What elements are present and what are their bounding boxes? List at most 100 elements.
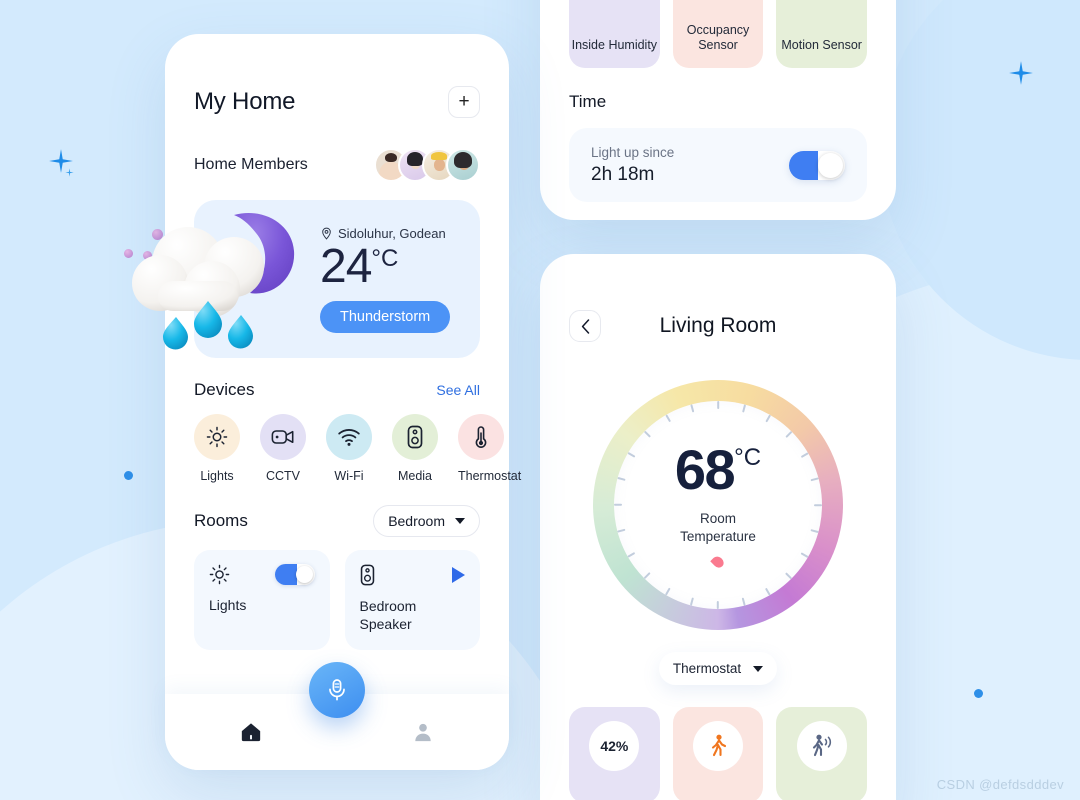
cloud-rain-moon-icon <box>132 212 295 350</box>
decor-dot-blue-left <box>124 471 133 480</box>
see-all-link[interactable]: See All <box>436 382 480 398</box>
dial-temperature-unit: °C <box>734 444 762 472</box>
room-card-bedroom-speaker[interactable]: Bedroom Speaker <box>344 550 480 650</box>
nav-item-home[interactable] <box>216 721 286 743</box>
speaker-icon <box>360 564 374 586</box>
motion-icon-wrap <box>796 721 847 771</box>
home-members-row: Home Members <box>194 148 480 182</box>
motion-wave-icon <box>812 734 831 757</box>
light-up-since-card: Light up since 2h 18m <box>569 128 867 202</box>
light-up-since-label: Light up since <box>591 144 675 160</box>
living-room-panel: Living Room 68 °C Room Temperature Therm… <box>540 254 896 800</box>
chevron-down-icon <box>753 665 764 672</box>
nav-item-profile[interactable] <box>388 721 458 743</box>
device-thermostat[interactable]: Thermostat <box>458 414 522 483</box>
microphone-icon <box>329 679 345 701</box>
device-list: Lights CCTV Wi-Fi Media Thermostat <box>194 414 521 483</box>
sensor-card-row: Inside Humidity Occupancy Sensor Motion … <box>569 0 868 68</box>
room-card-lights[interactable]: Lights <box>194 550 330 650</box>
device-label: CCTV <box>265 469 301 483</box>
speaker-icon <box>407 425 423 449</box>
home-members-label: Home Members <box>194 156 308 173</box>
home-header: My Home + <box>194 34 480 118</box>
lights-toggle[interactable] <box>274 564 315 585</box>
sensor-tile-humidity[interactable]: 42% <box>569 707 660 800</box>
sun-icon-wrap <box>194 414 240 460</box>
sun-icon <box>209 564 230 585</box>
light-up-since-value: 2h 18m <box>591 163 655 185</box>
weather-card[interactable]: Sidoluhur, Godean 24 °C Thunderstorm <box>132 200 480 358</box>
thermometer-icon-wrap <box>458 414 504 460</box>
devices-section-header: Devices See All <box>194 380 480 400</box>
my-home-panel: My Home + Home Members Sidoluhur, Godean… <box>132 34 521 770</box>
device-label: Lights <box>200 469 234 483</box>
humidity-value: 42% <box>589 721 640 771</box>
dial-caption-line1: Room <box>699 511 736 527</box>
add-device-button[interactable]: + <box>448 86 480 118</box>
room-selector-dropdown[interactable]: Bedroom <box>373 505 480 537</box>
temperature-dial[interactable]: 68 °C Room Temperature <box>593 380 843 630</box>
weather-condition-chip[interactable]: Thunderstorm <box>320 300 451 333</box>
video-camera-icon <box>271 430 294 444</box>
voice-assistant-button[interactable] <box>309 662 365 718</box>
decor-dot-blue-right <box>974 689 983 698</box>
avatar[interactable] <box>446 148 480 182</box>
weather-location: Sidoluhur, Godean <box>338 225 446 241</box>
chevron-down-icon <box>455 518 465 524</box>
sparkle-small-icon <box>65 168 74 177</box>
weather-temperature-row: 24 °C <box>320 239 450 293</box>
person-icon <box>415 723 431 742</box>
dial-readout: 68 °C Room Temperature <box>614 401 822 609</box>
video-camera-icon-wrap <box>260 414 306 460</box>
room-card-label: Bedroom Speaker <box>359 598 417 632</box>
room-card-label: Lights <box>209 597 247 613</box>
right-top-phone-panel: Inside Humidity Occupancy Sensor Motion … <box>540 0 896 220</box>
time-section-title: Time <box>569 92 607 111</box>
watermark: CSDN @defdsdddev <box>936 777 1064 792</box>
device-label: Wi-Fi <box>334 469 364 483</box>
devices-title: Devices <box>194 380 255 399</box>
rooms-section-header: Rooms Bedroom <box>194 505 480 537</box>
sparkle-icon-right <box>1008 60 1034 86</box>
sensor-card-occupancy[interactable]: Occupancy Sensor <box>672 0 764 68</box>
weather-unit: °C <box>371 244 399 272</box>
dial-temperature-value: 68 <box>674 438 736 502</box>
device-wifi[interactable]: Wi-Fi <box>326 414 372 483</box>
member-avatar-group[interactable] <box>374 148 480 182</box>
walking-person-icon <box>711 734 727 757</box>
page-title: My Home <box>194 88 296 115</box>
sensor-label: Occupancy Sensor <box>686 22 750 53</box>
wifi-icon-wrap <box>326 414 372 460</box>
plus-icon: + <box>458 91 470 112</box>
sensor-card-motion[interactable]: Motion Sensor <box>776 0 868 68</box>
thermometer-icon <box>475 426 487 448</box>
device-label: Media <box>397 469 433 483</box>
dial-caption-line2: Temperature <box>680 529 756 544</box>
toggle-knob <box>818 152 843 178</box>
device-cctv[interactable]: CCTV <box>260 414 306 483</box>
speaker-icon-wrap <box>392 414 438 460</box>
sensor-card-inside-humidity[interactable]: Inside Humidity <box>569 0 660 68</box>
sensor-tile-motion[interactable] <box>776 707 868 800</box>
device-label: Thermostat <box>458 469 522 483</box>
thermostat-mode-dropdown[interactable]: Thermostat <box>659 652 777 685</box>
device-lights[interactable]: Lights <box>194 414 240 483</box>
sensor-label: Inside Humidity <box>571 38 658 53</box>
toggle-knob <box>295 566 313 583</box>
back-button[interactable] <box>569 310 601 342</box>
thermostat-mode-label: Thermostat <box>672 661 742 676</box>
occupancy-icon-wrap <box>693 721 743 771</box>
weather-temperature: 24 <box>320 239 372 293</box>
device-media[interactable]: Media <box>392 414 438 483</box>
sensor-tile-occupancy[interactable] <box>672 707 764 800</box>
weather-info: Sidoluhur, Godean 24 °C Thunderstorm <box>320 225 451 333</box>
room-selector-label: Bedroom <box>388 513 445 529</box>
sensor-label: Motion Sensor <box>781 38 862 53</box>
light-up-toggle[interactable] <box>789 150 845 180</box>
play-button-icon[interactable] <box>452 567 465 583</box>
room-card-list: Lights Bedroom Speaker <box>194 550 480 650</box>
living-room-header: Living Room <box>569 254 867 342</box>
rooms-title: Rooms <box>194 511 248 530</box>
living-room-sensor-row: 42% <box>569 707 868 800</box>
sun-icon <box>206 426 228 448</box>
